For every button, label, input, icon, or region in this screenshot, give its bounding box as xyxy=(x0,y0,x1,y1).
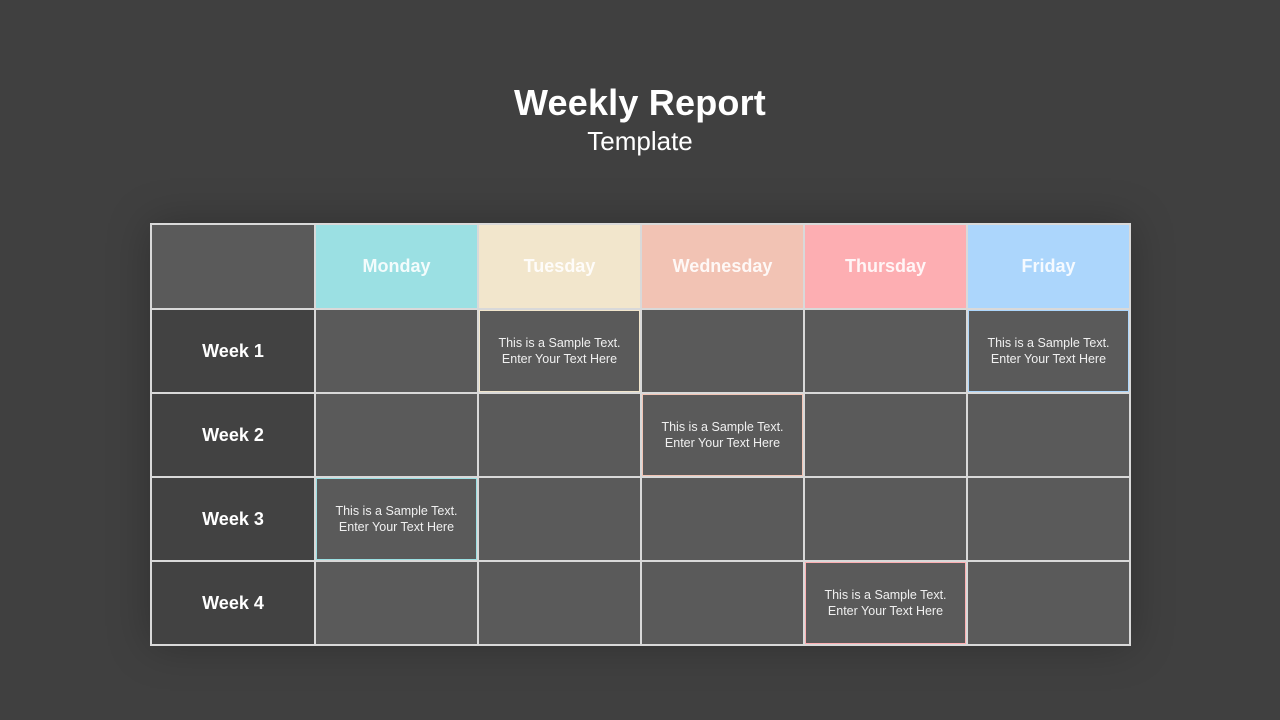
corner-cell xyxy=(152,225,316,310)
page-subtitle: Template xyxy=(587,126,693,156)
week-1-thursday-cell[interactable] xyxy=(805,310,968,394)
weekly-report-table: Monday Tuesday Wednesday Thursday Friday… xyxy=(150,223,1131,646)
week-4-tuesday-cell[interactable] xyxy=(479,562,642,646)
week-2-wednesday-cell[interactable]: This is a Sample Text. Enter Your Text H… xyxy=(642,394,805,478)
week-3-friday-cell[interactable] xyxy=(968,478,1131,562)
week-1-label: Week 1 xyxy=(152,310,316,394)
week-4-wednesday-cell[interactable] xyxy=(642,562,805,646)
week-3-tuesday-cell[interactable] xyxy=(479,478,642,562)
week-3-wednesday-cell[interactable] xyxy=(642,478,805,562)
week-2-thursday-cell[interactable] xyxy=(805,394,968,478)
week-1-friday-cell[interactable]: This is a Sample Text. Enter Your Text H… xyxy=(968,310,1131,394)
header-thursday: Thursday xyxy=(805,225,968,310)
sample-text: This is a Sample Text. Enter Your Text H… xyxy=(824,588,947,618)
week-4-thursday-cell[interactable]: This is a Sample Text. Enter Your Text H… xyxy=(805,562,968,646)
week-1-monday-cell[interactable] xyxy=(316,310,479,394)
week-2-label: Week 2 xyxy=(152,394,316,478)
week-3-thursday-cell[interactable] xyxy=(805,478,968,562)
sample-text: This is a Sample Text. Enter Your Text H… xyxy=(498,336,621,366)
week-1-wednesday-cell[interactable] xyxy=(642,310,805,394)
week-1-tuesday-cell[interactable]: This is a Sample Text. Enter Your Text H… xyxy=(479,310,642,394)
week-4-friday-cell[interactable] xyxy=(968,562,1131,646)
week-2-tuesday-cell[interactable] xyxy=(479,394,642,478)
page-title: Weekly Report xyxy=(513,82,767,123)
sample-text: This is a Sample Text. Enter Your Text H… xyxy=(987,336,1110,366)
week-2-friday-cell[interactable] xyxy=(968,394,1131,478)
header-monday: Monday xyxy=(316,225,479,310)
week-4-monday-cell[interactable] xyxy=(316,562,479,646)
sample-text: This is a Sample Text. Enter Your Text H… xyxy=(661,420,784,450)
header-wednesday: Wednesday xyxy=(642,225,805,310)
week-3-label: Week 3 xyxy=(152,478,316,562)
sample-text: This is a Sample Text. Enter Your Text H… xyxy=(335,504,458,534)
header-tuesday: Tuesday xyxy=(479,225,642,310)
week-4-label: Week 4 xyxy=(152,562,316,646)
header-friday: Friday xyxy=(968,225,1131,310)
week-2-monday-cell[interactable] xyxy=(316,394,479,478)
week-3-monday-cell[interactable]: This is a Sample Text. Enter Your Text H… xyxy=(316,478,479,562)
